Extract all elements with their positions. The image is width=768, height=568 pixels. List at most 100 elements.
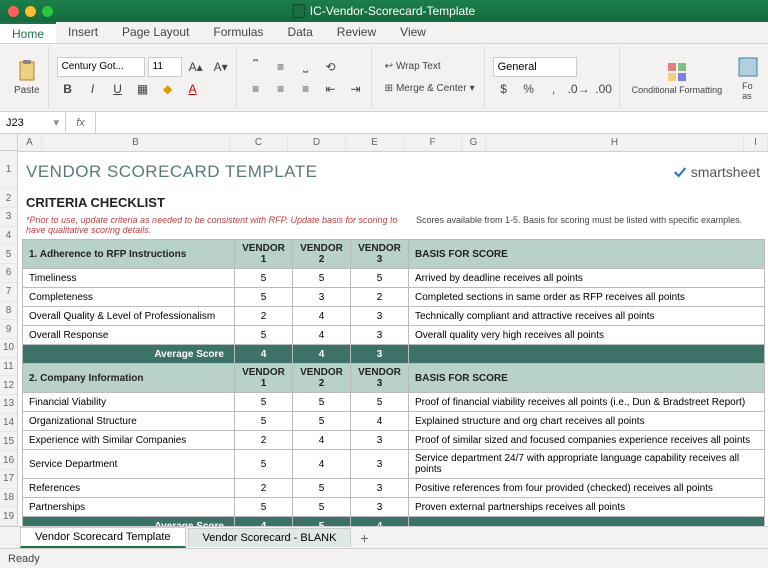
col-head-E[interactable]: E bbox=[346, 134, 404, 151]
table-row[interactable]: Partnerships553Proven external partnersh… bbox=[23, 498, 765, 517]
currency-button[interactable]: $ bbox=[493, 79, 515, 99]
table-row[interactable]: Overall Response543Overall quality very … bbox=[23, 326, 765, 345]
name-box[interactable]: J23 ▾ bbox=[0, 112, 66, 133]
col-head-C[interactable]: C bbox=[230, 134, 288, 151]
table-row[interactable]: References253Positive references from fo… bbox=[23, 479, 765, 498]
smartsheet-logo: smartsheet bbox=[672, 164, 760, 180]
note-info: Scores available from 1-5. Basis for sco… bbox=[416, 215, 760, 235]
border-button[interactable]: ▦ bbox=[132, 79, 154, 99]
row-head-17[interactable]: 17 bbox=[0, 470, 17, 489]
row-head-9[interactable]: 9 bbox=[0, 320, 17, 339]
increase-decimal-button[interactable]: .0→ bbox=[568, 79, 590, 99]
spreadsheet-area: 12345678910111213141516171819 ABCDEFGHI … bbox=[0, 134, 768, 526]
align-bottom-button[interactable]: ⎵ bbox=[295, 57, 317, 77]
paste-button[interactable]: Paste bbox=[10, 57, 44, 98]
col-head-I[interactable]: I bbox=[744, 134, 768, 151]
table-row[interactable]: Overall Quality & Level of Professionali… bbox=[23, 307, 765, 326]
row-head-2[interactable]: 2 bbox=[0, 189, 17, 208]
comma-button[interactable]: , bbox=[543, 79, 565, 99]
menu-bar: HomeInsertPage LayoutFormulasDataReviewV… bbox=[0, 22, 768, 44]
menu-tab-view[interactable]: View bbox=[388, 22, 438, 43]
table-row[interactable]: Experience with Similar Companies243Proo… bbox=[23, 431, 765, 450]
font-size-select[interactable] bbox=[148, 57, 182, 77]
fill-color-button[interactable]: ◆ bbox=[157, 79, 179, 99]
col-head-G[interactable]: G bbox=[462, 134, 486, 151]
menu-tab-home[interactable]: Home bbox=[0, 22, 56, 43]
average-row: Average Score454 bbox=[23, 517, 765, 527]
menu-tab-formulas[interactable]: Formulas bbox=[201, 22, 275, 43]
col-head-A[interactable]: A bbox=[18, 134, 42, 151]
row-head-8[interactable]: 8 bbox=[0, 302, 17, 321]
decrease-font-button[interactable]: A▾ bbox=[210, 57, 232, 77]
row-head-3[interactable]: 3 bbox=[0, 208, 17, 227]
row-head-6[interactable]: 6 bbox=[0, 264, 17, 283]
orientation-button[interactable]: ⟲ bbox=[320, 57, 342, 77]
table-row[interactable]: Service Department543Service department … bbox=[23, 450, 765, 479]
row-head-12[interactable]: 12 bbox=[0, 376, 17, 395]
increase-indent-button[interactable]: ⇥ bbox=[345, 79, 367, 99]
menu-tab-review[interactable]: Review bbox=[325, 22, 388, 43]
font-color-button[interactable]: A bbox=[182, 79, 204, 99]
excel-file-icon bbox=[293, 4, 305, 18]
formula-input[interactable] bbox=[96, 112, 768, 133]
menu-tab-page-layout[interactable]: Page Layout bbox=[110, 22, 201, 43]
add-sheet-button[interactable]: + bbox=[353, 530, 375, 546]
ribbon: Paste A▴ A▾ B I U ▦ ◆ A ⎴ ≡ bbox=[0, 44, 768, 112]
sheet-content[interactable]: VENDOR SCORECARD TEMPLATE smartsheet CRI… bbox=[18, 152, 768, 526]
fx-icon[interactable]: fx bbox=[66, 112, 96, 133]
row-head-16[interactable]: 16 bbox=[0, 451, 17, 470]
row-head-19[interactable]: 19 bbox=[0, 507, 17, 526]
average-row: Average Score443 bbox=[23, 345, 765, 364]
font-name-select[interactable] bbox=[57, 57, 145, 77]
table-row[interactable]: Organizational Structure554Explained str… bbox=[23, 412, 765, 431]
col-head-F[interactable]: F bbox=[404, 134, 462, 151]
sheet-tabs-bar: Vendor Scorecard TemplateVendor Scorecar… bbox=[0, 526, 768, 548]
percent-button[interactable]: % bbox=[518, 79, 540, 99]
italic-button[interactable]: I bbox=[82, 79, 104, 99]
scorecard-table[interactable]: 1. Adherence to RFP InstructionsVENDOR 1… bbox=[22, 239, 765, 526]
maximize-window-button[interactable] bbox=[42, 6, 53, 17]
criteria-heading: CRITERIA CHECKLIST bbox=[18, 192, 768, 213]
number-format-select[interactable] bbox=[493, 57, 577, 77]
align-top-button[interactable]: ⎴ bbox=[245, 57, 267, 77]
align-left-button[interactable]: ≡ bbox=[245, 79, 267, 99]
merge-center-button[interactable]: ⊞ Merge & Center ▾ bbox=[380, 79, 480, 99]
decrease-decimal-button[interactable]: .00 bbox=[593, 79, 615, 99]
col-head-D[interactable]: D bbox=[288, 134, 346, 151]
sheet-tab[interactable]: Vendor Scorecard - BLANK bbox=[188, 528, 352, 547]
section-header-row: 2. Company InformationVENDOR 1VENDOR 2VE… bbox=[23, 364, 765, 393]
menu-tab-insert[interactable]: Insert bbox=[56, 22, 110, 43]
table-row[interactable]: Completeness532Completed sections in sam… bbox=[23, 288, 765, 307]
menu-tab-data[interactable]: Data bbox=[275, 22, 324, 43]
table-row[interactable]: Timeliness555Arrived by deadline receive… bbox=[23, 269, 765, 288]
row-head-1[interactable]: 1 bbox=[0, 151, 17, 189]
row-head-5[interactable]: 5 bbox=[0, 245, 17, 264]
row-head-4[interactable]: 4 bbox=[0, 227, 17, 246]
decrease-indent-button[interactable]: ⇤ bbox=[320, 79, 342, 99]
increase-font-button[interactable]: A▴ bbox=[185, 57, 207, 77]
row-head-10[interactable]: 10 bbox=[0, 339, 17, 358]
align-middle-button[interactable]: ≡ bbox=[270, 57, 292, 77]
conditional-formatting-button[interactable]: Conditional Formatting bbox=[628, 58, 727, 97]
close-window-button[interactable] bbox=[8, 6, 19, 17]
row-head-7[interactable]: 7 bbox=[0, 283, 17, 302]
row-head-11[interactable]: 11 bbox=[0, 358, 17, 377]
select-all-corner[interactable] bbox=[0, 134, 17, 151]
row-head-18[interactable]: 18 bbox=[0, 489, 17, 508]
row-head-13[interactable]: 13 bbox=[0, 395, 17, 414]
sheet-tab[interactable]: Vendor Scorecard Template bbox=[20, 527, 186, 548]
underline-button[interactable]: U bbox=[107, 79, 129, 99]
format-as-button[interactable]: Fo as bbox=[738, 53, 758, 103]
window-title-text: IC-Vendor-Scorecard-Template bbox=[310, 4, 475, 18]
table-row[interactable]: Financial Viability555Proof of financial… bbox=[23, 393, 765, 412]
wrap-text-button[interactable]: ↩ Wrap Text bbox=[380, 57, 480, 77]
minimize-window-button[interactable] bbox=[25, 6, 36, 17]
align-center-button[interactable]: ≡ bbox=[270, 79, 292, 99]
align-right-button[interactable]: ≡ bbox=[295, 79, 317, 99]
row-head-14[interactable]: 14 bbox=[0, 414, 17, 433]
status-bar: Ready bbox=[0, 548, 768, 568]
col-head-H[interactable]: H bbox=[486, 134, 744, 151]
bold-button[interactable]: B bbox=[57, 79, 79, 99]
col-head-B[interactable]: B bbox=[42, 134, 230, 151]
row-head-15[interactable]: 15 bbox=[0, 432, 17, 451]
